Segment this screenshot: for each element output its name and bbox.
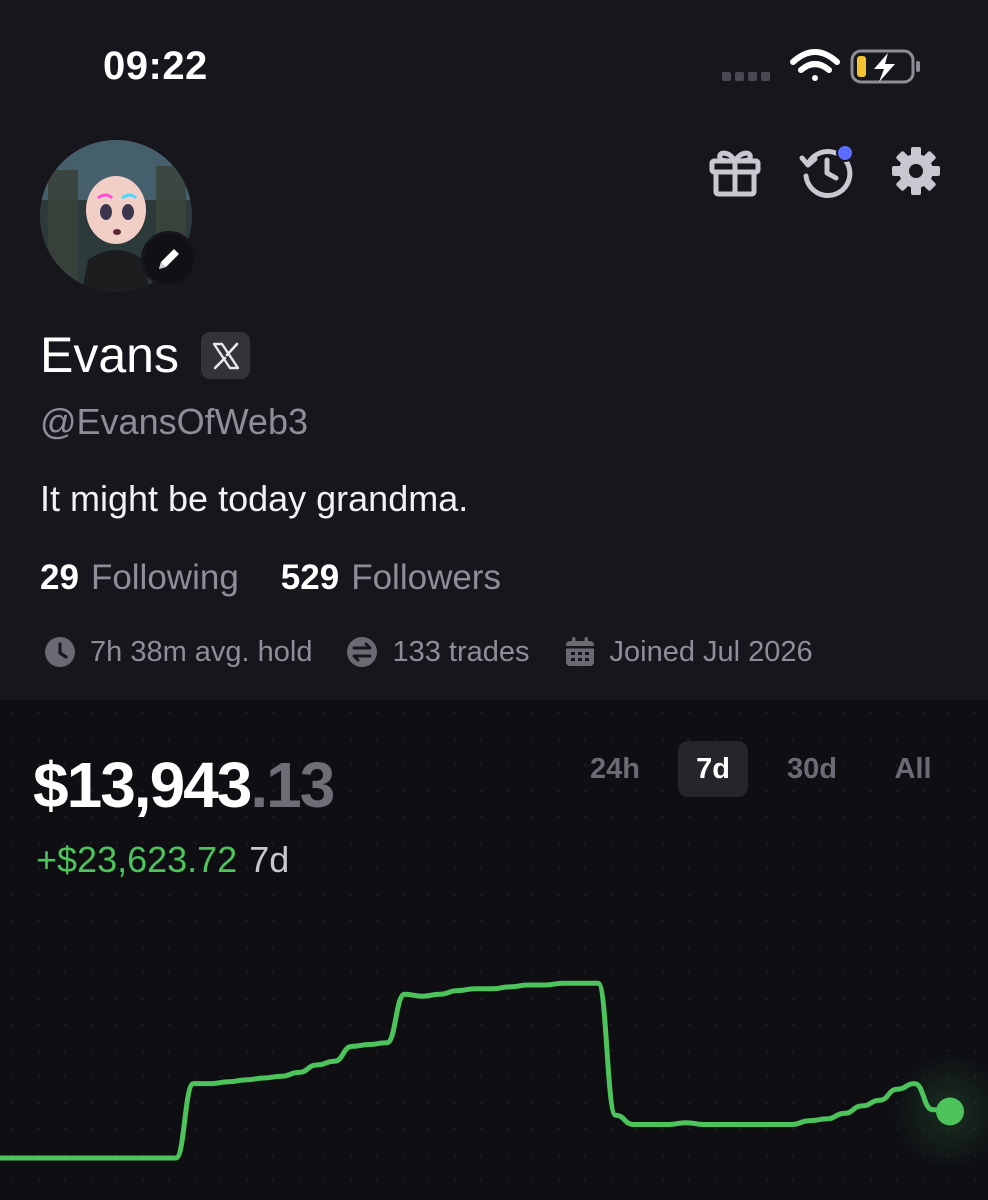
followers-label: Followers: [351, 558, 501, 597]
followers-count: 529: [280, 558, 340, 597]
joined-stat: Joined Jul 2026: [564, 636, 813, 669]
portfolio-change: +$23,623.72 7d: [36, 840, 289, 880]
following-label: Following: [90, 558, 239, 597]
swap-icon: [347, 637, 378, 667]
notification-dot: [836, 144, 854, 162]
clock-icon: [45, 637, 75, 667]
following-count: 29: [40, 558, 79, 597]
change-value: +$23,623.72: [36, 839, 238, 880]
followers-link[interactable]: 529 Followers: [281, 556, 501, 600]
tab-7d[interactable]: 7d: [678, 741, 748, 797]
avg-hold-text: 7h 38m avg. hold: [90, 635, 313, 668]
wifi-icon: [790, 49, 840, 81]
profile-meta: 7h 38m avg. hold 133 trades Joined Jul 2…: [44, 632, 847, 672]
chart-endpoint-dot[interactable]: [936, 1097, 964, 1126]
trades-stat: 133 trades: [346, 635, 530, 669]
history-button[interactable]: [798, 140, 860, 202]
gift-icon: [709, 150, 761, 197]
tab-all[interactable]: All: [878, 741, 948, 797]
following-link[interactable]: 29 Following: [40, 556, 239, 600]
x-logo-icon: [212, 342, 239, 369]
portfolio-chart: [0, 980, 988, 1172]
bio-text: It might be today grandma.: [40, 478, 469, 519]
status-icons: [722, 49, 920, 84]
gift-button[interactable]: [706, 142, 764, 200]
trades-text: 133 trades: [392, 635, 530, 668]
pencil-icon: [159, 249, 179, 269]
portfolio-balance: $13,943.13: [33, 749, 335, 821]
profile-screen: 09:22 Evans @EvansOfWeb3 It might be tod…: [0, 0, 988, 1200]
avg-hold-stat: 7h 38m avg. hold: [44, 636, 312, 669]
settings-button[interactable]: [888, 143, 944, 199]
balance-cents: .13: [250, 749, 335, 821]
gear-icon: [892, 147, 940, 195]
battery-charging-icon: [850, 49, 920, 84]
history-icon: [799, 144, 854, 198]
display-name: Evans: [40, 327, 179, 383]
x-account-badge[interactable]: [201, 332, 250, 379]
calendar-icon: [565, 637, 594, 666]
edit-avatar-button[interactable]: [141, 231, 197, 287]
tab-30d[interactable]: 30d: [776, 741, 848, 797]
username-handle: @EvansOfWeb3: [40, 401, 308, 442]
joined-text: Joined Jul 2026: [609, 635, 813, 668]
tab-24h[interactable]: 24h: [580, 741, 650, 797]
change-period: 7d: [249, 839, 290, 880]
cellular-signal-icon: [722, 72, 770, 81]
chart-series-line: [0, 980, 953, 1161]
balance-whole: $13,943: [33, 749, 252, 821]
follow-stats: 29 Following 529 Followers: [40, 556, 501, 600]
